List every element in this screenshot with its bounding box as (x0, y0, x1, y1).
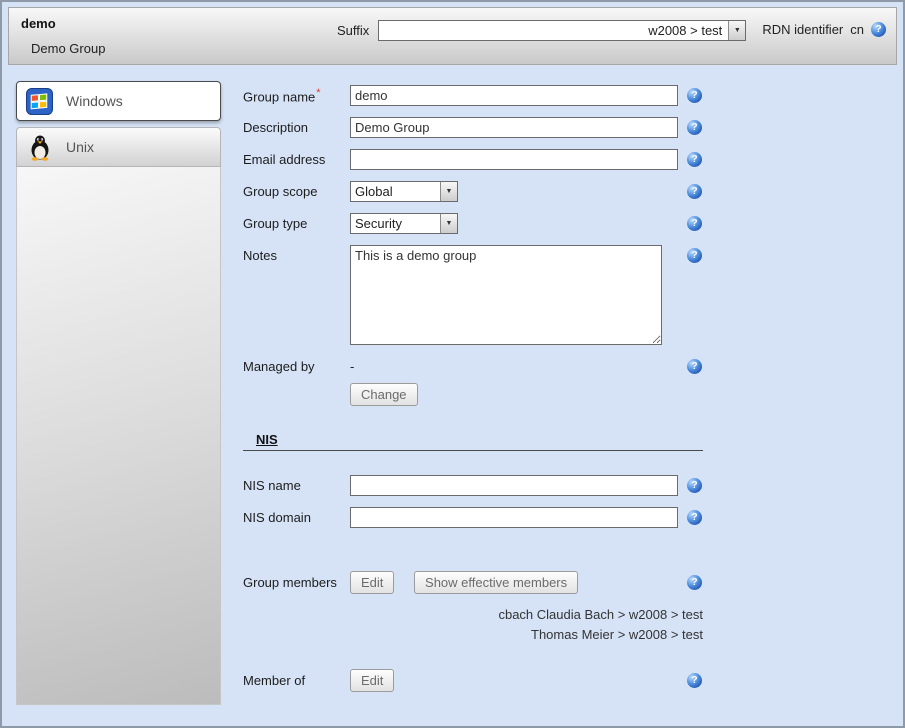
suffix-select[interactable]: w2008 > test ▼ (378, 20, 746, 41)
managed-by-label: Managed by (243, 356, 350, 374)
form-row-managed-by: Managed by - Change ? (243, 356, 891, 406)
form-row-group-type: Group type Security ▼ ? (243, 213, 891, 234)
nis-name-input[interactable] (350, 475, 678, 496)
notes-label: Notes (243, 245, 350, 263)
nis-domain-label: NIS domain (243, 510, 350, 525)
help-icon[interactable]: ? (687, 478, 702, 493)
group-member-item: Thomas Meier > w2008 > test (243, 625, 703, 645)
help-icon[interactable]: ? (687, 510, 702, 525)
group-members-edit-button[interactable]: Edit (350, 571, 394, 594)
tux-icon (26, 134, 53, 161)
nis-domain-input[interactable] (350, 507, 678, 528)
module-tabs: Windows (16, 81, 221, 705)
change-button[interactable]: Change (350, 383, 418, 406)
help-icon[interactable]: ? (687, 88, 702, 103)
help-icon[interactable]: ? (687, 184, 702, 199)
form-row-description: Description ? (243, 117, 891, 138)
sidebar-panel (16, 167, 221, 705)
required-marker: * (316, 87, 320, 99)
main-area: Windows (2, 65, 903, 728)
email-input[interactable] (350, 149, 678, 170)
chevron-down-icon[interactable]: ▼ (728, 21, 745, 40)
group-edit-window: demo Demo Group Suffix w2008 > test ▼ RD… (0, 0, 905, 728)
form-row-group-members: Group members Edit Show effective member… (243, 571, 891, 594)
suffix-label: Suffix (337, 23, 369, 38)
group-name-label: Group name* (243, 87, 350, 104)
tab-unix-label: Unix (66, 139, 94, 155)
help-icon[interactable]: ? (687, 152, 702, 167)
help-icon[interactable]: ? (687, 575, 702, 590)
tab-windows[interactable]: Windows (16, 81, 221, 121)
notes-textarea[interactable]: This is a demo group (350, 245, 662, 345)
form-row-group-name: Group name* ? (243, 85, 891, 106)
nis-name-label: NIS name (243, 478, 350, 493)
form-row-notes: Notes This is a demo group ? (243, 245, 891, 345)
group-type-value: Security (351, 214, 440, 233)
rdn-value: cn (850, 22, 864, 37)
form-row-nis-name: NIS name ? (243, 475, 891, 496)
rdn-label: RDN identifier (762, 22, 843, 37)
tab-windows-label: Windows (66, 93, 123, 109)
form-row-nis-domain: NIS domain ? (243, 507, 891, 528)
form-content: Group name* ? Description ? Email addres… (221, 81, 891, 728)
chevron-down-icon[interactable]: ▼ (440, 182, 457, 201)
help-icon[interactable]: ? (871, 22, 886, 37)
nis-section-header: NIS (243, 432, 703, 451)
email-label: Email address (243, 152, 350, 167)
help-icon[interactable]: ? (687, 120, 702, 135)
group-members-label: Group members (243, 575, 350, 590)
description-label: Description (243, 120, 350, 135)
group-members-list: cbach Claudia Bach > w2008 > test Thomas… (243, 605, 703, 645)
group-type-label: Group type (243, 216, 350, 231)
rdn-group: RDN identifier cn ? (762, 22, 886, 37)
group-member-item: cbach Claudia Bach > w2008 > test (243, 605, 703, 625)
page-subtitle: Demo Group (31, 41, 884, 56)
suffix-group: Suffix w2008 > test ▼ (337, 20, 746, 41)
group-scope-value: Global (351, 182, 440, 201)
windows-logo-icon (26, 88, 53, 115)
form-row-member-of: Member of Edit ? (243, 669, 891, 692)
show-effective-members-button[interactable]: Show effective members (414, 571, 578, 594)
suffix-select-value: w2008 > test (379, 21, 728, 40)
spacer (243, 539, 891, 571)
group-name-input[interactable] (350, 85, 678, 106)
description-input[interactable] (350, 117, 678, 138)
managed-by-value: - (350, 356, 687, 377)
member-of-label: Member of (243, 673, 350, 688)
group-scope-select[interactable]: Global ▼ (350, 181, 458, 202)
help-icon[interactable]: ? (687, 359, 702, 374)
help-icon[interactable]: ? (687, 248, 702, 263)
chevron-down-icon[interactable]: ▼ (440, 214, 457, 233)
nis-section-title: NIS (256, 432, 278, 447)
tab-unix[interactable]: Unix (16, 127, 221, 167)
header: demo Demo Group Suffix w2008 > test ▼ RD… (8, 7, 897, 65)
form-row-email: Email address ? (243, 149, 891, 170)
form-row-group-scope: Group scope Global ▼ ? (243, 181, 891, 202)
group-type-select[interactable]: Security ▼ (350, 213, 458, 234)
group-scope-label: Group scope (243, 184, 350, 199)
member-of-edit-button[interactable]: Edit (350, 669, 394, 692)
help-icon[interactable]: ? (687, 673, 702, 688)
help-icon[interactable]: ? (687, 216, 702, 231)
